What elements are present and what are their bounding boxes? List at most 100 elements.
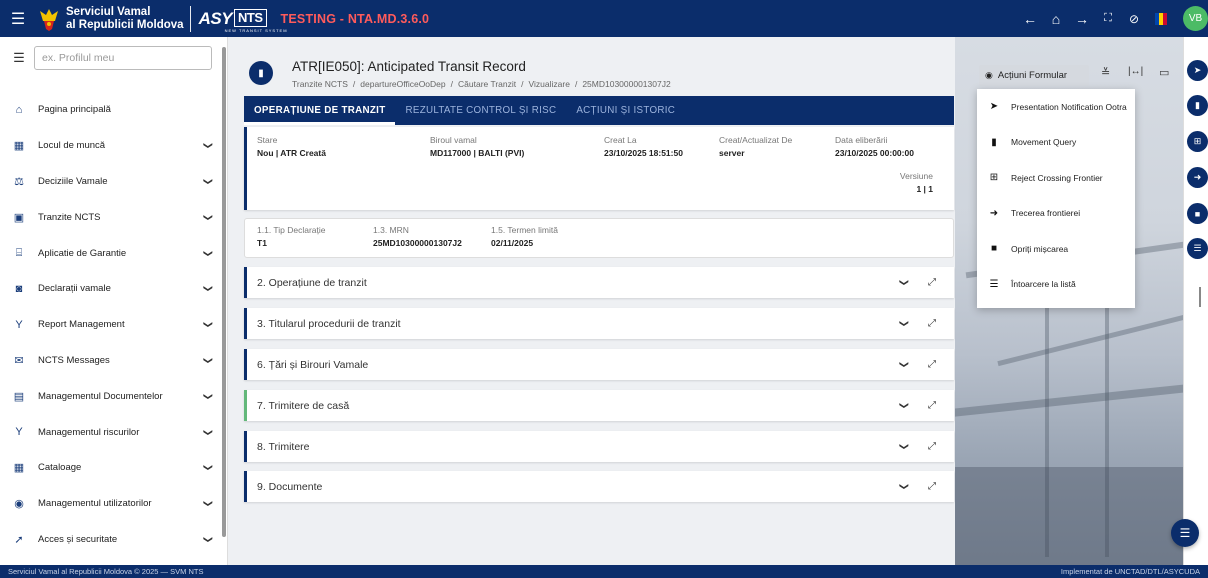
- catalog-icon: ▦: [13, 462, 25, 475]
- sidebar-item-label: Acces și securitate: [38, 533, 118, 545]
- expand-icon[interactable]: ⤢: [928, 441, 936, 452]
- chevron-down-icon[interactable]: ❯: [203, 285, 214, 293]
- section-panel[interactable]: 9. Documente ❯ ⤢: [244, 471, 954, 502]
- tab-0[interactable]: OPERAȚIUNE DE TRANZIT: [244, 96, 396, 125]
- action-menu-item[interactable]: ⊞ Reject Crossing Frontier: [977, 160, 1135, 196]
- action-menu-item[interactable]: ■ Opriți mișcarea: [977, 231, 1135, 267]
- chevron-down-icon[interactable]: ❯: [899, 443, 910, 451]
- back-arrow-icon[interactable]: ←: [1017, 0, 1043, 37]
- rail-send-icon[interactable]: ➤: [1187, 60, 1208, 81]
- action-menu-label: Reject Crossing Frontier: [1011, 172, 1103, 183]
- fit-width-icon[interactable]: |↔|: [1128, 66, 1143, 77]
- sidebar-item-label: Managementul Documentelor: [38, 390, 163, 402]
- action-menu-item[interactable]: ➤ Presentation Notification Ootra: [977, 89, 1135, 125]
- sidebar-item-10[interactable]: ▦ Cataloage ❯: [0, 450, 220, 486]
- rail-barrier-icon[interactable]: ⊞: [1187, 131, 1208, 152]
- user-avatar[interactable]: VB: [1183, 6, 1208, 31]
- environment-label: TESTING - NTA.MD.3.6.0: [280, 11, 430, 26]
- menu-list-icon[interactable]: ☰: [4, 50, 34, 66]
- breadcrumb-item[interactable]: Căutare Tranzit: [458, 79, 516, 89]
- breadcrumb-separator: /: [574, 79, 578, 89]
- footer-credit: Implementat de UNCTAD/DTL/ASYCUDA: [1060, 567, 1200, 576]
- expand-icon[interactable]: ⤢: [928, 318, 936, 329]
- sidebar-item-1[interactable]: ▦ Locul de muncă ❯: [0, 128, 220, 164]
- tab-1[interactable]: REZULTATE CONTROL ȘI RISC: [395, 96, 566, 125]
- chevron-down-icon[interactable]: ❯: [899, 320, 910, 328]
- chevron-down-icon[interactable]: ❯: [899, 361, 910, 369]
- section-panel[interactable]: 7. Trimitere de casă ❯ ⤢: [244, 390, 954, 421]
- chevron-down-icon[interactable]: ❯: [203, 357, 214, 365]
- action-menu-item[interactable]: ▮ Movement Query: [977, 125, 1135, 161]
- sidebar: ☰ ⌂ Pagina principală ▦ Locul de muncă ❯ ⚖ Dec…: [0, 37, 228, 565]
- chevron-down-icon[interactable]: ❯: [203, 536, 214, 544]
- chevron-down-icon[interactable]: ❯: [203, 428, 214, 436]
- versiune-value: 1 | 1: [916, 184, 933, 194]
- form-actions-button[interactable]: ◉ Acțiuni Formular: [979, 65, 1089, 86]
- section-title: 6. Țări și Birouri Vamale: [257, 358, 369, 371]
- sidebar-item-11[interactable]: ◉ Managementul utilizatorilor ❯: [0, 486, 220, 522]
- section-panel[interactable]: 8. Trimitere ❯ ⤢: [244, 431, 954, 462]
- expand-icon[interactable]: ⤢: [928, 277, 936, 288]
- breadcrumb-item[interactable]: Vizualizare: [529, 79, 570, 89]
- sidebar-item-9[interactable]: Y Managementul riscurilor ❯: [0, 414, 220, 450]
- chevron-down-icon[interactable]: ❯: [899, 402, 910, 410]
- breadcrumb-item[interactable]: Tranzite NCTS: [292, 79, 348, 89]
- sidebar-item-label: Managementul riscurilor: [38, 426, 140, 438]
- section-panel[interactable]: 3. Titularul procedurii de tranzit ❯ ⤢: [244, 308, 954, 339]
- mrn-label: 1.3. MRN: [373, 225, 409, 235]
- chevron-down-icon[interactable]: ❯: [203, 178, 214, 186]
- rail-list-icon[interactable]: ☰: [1187, 238, 1208, 259]
- chevron-down-icon[interactable]: ❯: [203, 142, 214, 150]
- section-title: 3. Titularul procedurii de tranzit: [257, 317, 401, 330]
- chevron-down-icon[interactable]: ❯: [203, 249, 214, 257]
- file-query-icon: ▮: [991, 136, 997, 148]
- sidebar-item-2[interactable]: ⚖ Deciziile Vamale ❯: [0, 164, 220, 200]
- record-tabs: OPERAȚIUNE DE TRANZIT REZULTATE CONTROL Ș…: [244, 96, 954, 125]
- action-menu-item[interactable]: ➜ Trecerea frontierei: [977, 196, 1135, 232]
- section-panel[interactable]: 2. Operațiune de tranzit ❯ ⤢: [244, 267, 954, 298]
- sidebar-search-input[interactable]: [34, 46, 212, 70]
- expand-icon[interactable]: ⤢: [928, 359, 936, 370]
- scale-icon: ⚖: [14, 175, 24, 188]
- tab-2[interactable]: ACȚIUNI ȘI ISTORIC: [566, 96, 685, 125]
- sidebar-item-0[interactable]: ⌂ Pagina principală: [0, 92, 220, 128]
- floating-menu-button[interactable]: ☰: [1171, 519, 1199, 547]
- sidebar-scrollbar[interactable]: [222, 47, 226, 537]
- sidebar-item-8[interactable]: ▤ Managementul Documentelor ❯: [0, 378, 220, 414]
- declaration-card: 1.1. Tip Declarație T1 1.3. MRN 25MD1030…: [244, 218, 954, 258]
- expand-icon[interactable]: ⤢: [928, 481, 936, 492]
- footer: Serviciul Vamal al Republicii Moldova © …: [0, 565, 1208, 578]
- fullscreen-icon[interactable]: ⛶: [1095, 0, 1121, 37]
- sidebar-item-5[interactable]: ◙ Declarații vamale ❯: [0, 271, 220, 307]
- sidebar-item-12[interactable]: ➚ Acces și securitate ❯: [0, 522, 220, 558]
- sidebar-item-6[interactable]: Y Report Management ❯: [0, 307, 220, 343]
- chevron-down-icon[interactable]: ❯: [203, 464, 214, 472]
- hamburger-menu-icon[interactable]: ☰: [0, 0, 36, 37]
- chevron-down-icon[interactable]: ❯: [203, 500, 214, 508]
- forward-arrow-icon[interactable]: →: [1069, 0, 1095, 37]
- sidebar-item-7[interactable]: ✉ NCTS Messages ❯: [0, 343, 220, 379]
- chevron-down-icon[interactable]: ❯: [203, 321, 214, 329]
- sidebar-item-4[interactable]: ⌸ Aplicatie de Garantie ❯: [0, 235, 220, 271]
- chevron-down-icon[interactable]: ❯: [203, 392, 214, 400]
- chevron-down-icon[interactable]: ❯: [203, 214, 214, 222]
- expand-icon[interactable]: ⤢: [928, 400, 936, 411]
- section-panel[interactable]: 6. Țări și Birouri Vamale ❯ ⤢: [244, 349, 954, 380]
- breadcrumb-item[interactable]: departureOfficeOoDep: [360, 79, 445, 89]
- chevron-down-icon[interactable]: ❯: [899, 279, 910, 287]
- user-shield-icon: ◉: [14, 498, 24, 511]
- chevron-down-icon[interactable]: ❯: [899, 483, 910, 491]
- form-actions-menu: ➤ Presentation Notification Ootra ▮ Movemen…: [977, 89, 1135, 308]
- rail-arrow-right-icon[interactable]: ➜: [1187, 167, 1208, 188]
- notifications-off-icon[interactable]: ⊘: [1121, 0, 1147, 37]
- sidebar-item-3[interactable]: ▣ Tranzite NCTS ❯: [0, 199, 220, 235]
- rail-stop-icon[interactable]: ■: [1187, 203, 1208, 224]
- action-menu-item[interactable]: ☰ Întoarcere la listă: [977, 267, 1135, 303]
- maximize-icon[interactable]: ▭: [1159, 66, 1169, 79]
- moldova-flag-icon[interactable]: [1155, 12, 1167, 25]
- page-title: ATR[IE050]: Anticipated Transit Record: [292, 59, 526, 74]
- rail-file-icon[interactable]: ▮: [1187, 95, 1208, 116]
- collapse-all-icon[interactable]: ≚: [1101, 66, 1110, 79]
- home-icon[interactable]: ⌂: [1043, 0, 1069, 37]
- sidebar-item-label: Tranzite NCTS: [38, 211, 101, 223]
